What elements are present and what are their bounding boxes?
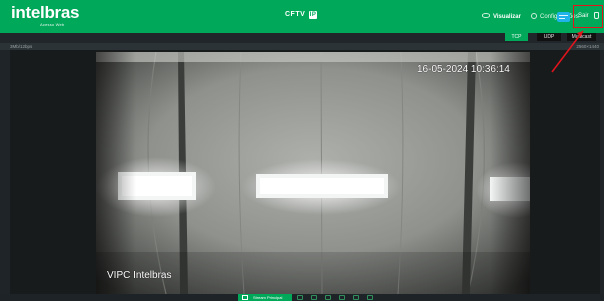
product-name: CFTV — [285, 11, 306, 18]
main-stream-button[interactable]: Stream Principal — [238, 294, 292, 301]
osd-camera-name: VIPC Intelbras — [107, 270, 172, 281]
nav-visualizar-label: Visualizar — [493, 14, 521, 20]
record-icon[interactable] — [297, 295, 303, 300]
exit-highlight-box — [573, 5, 603, 28]
bitrate-readout: 3Mb/12bps — [10, 44, 33, 49]
stream-icon — [242, 295, 248, 301]
settings-icon[interactable] — [353, 295, 359, 300]
protocol-udp-button[interactable]: UDP — [537, 33, 561, 41]
camera-frame — [96, 52, 530, 294]
nav-visualizar[interactable]: Visualizar — [482, 13, 521, 21]
nav-configuracoes[interactable]: Configurações — [531, 13, 579, 21]
product-badge: IP — [308, 11, 318, 19]
snapshot-icon[interactable] — [311, 295, 317, 300]
protocol-multicast-button[interactable]: Multicast — [567, 33, 596, 41]
osd-timestamp: 16-05-2024 10:36:14 — [417, 64, 510, 75]
gear-icon — [531, 13, 537, 19]
fullscreen-icon[interactable] — [367, 295, 373, 300]
app-tile-icon[interactable] — [557, 12, 570, 22]
audio-icon[interactable] — [339, 295, 345, 300]
zoom-icon[interactable] — [325, 295, 331, 300]
resolution-readout: 2560×1440 — [576, 44, 599, 49]
brand-logo-subtitle: Acesso Web — [40, 22, 65, 27]
protocol-tcp-button[interactable]: TCP — [505, 33, 528, 41]
brand-logo: intelbras — [11, 3, 80, 22]
product-title: CFTV IP — [285, 11, 318, 19]
video-viewport[interactable] — [10, 50, 600, 294]
main-stream-label: Stream Principal — [253, 295, 283, 300]
stream-info-bar — [0, 43, 604, 50]
camera-image — [96, 52, 530, 294]
eye-icon — [482, 13, 490, 18]
